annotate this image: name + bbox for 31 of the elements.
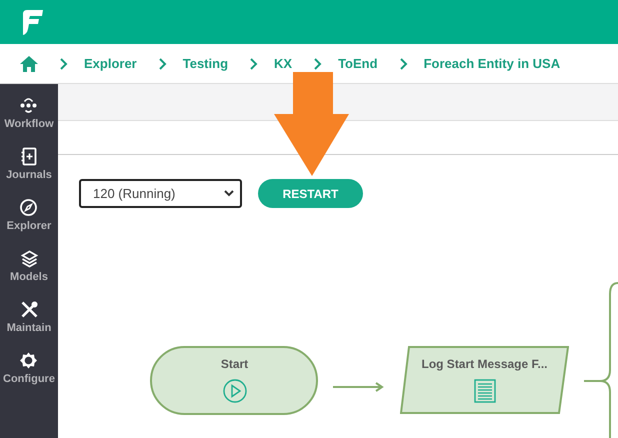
node-label: Log Start Message F... [421, 357, 548, 371]
caret-icon [224, 190, 234, 197]
explorer-nav-icon[interactable] [19, 198, 38, 217]
sidebar-label[interactable]: Models [10, 271, 48, 283]
chevron-icon [250, 58, 258, 70]
list-icon [474, 379, 496, 403]
breadcrumb-link[interactable]: KX [274, 56, 292, 71]
maintain-nav-icon[interactable] [20, 300, 38, 319]
journals-nav-icon[interactable] [19, 147, 38, 166]
chevron-icon [314, 58, 322, 70]
chevron-icon [400, 58, 408, 70]
models-nav-icon[interactable] [20, 249, 38, 268]
sidebar-label[interactable]: Maintain [6, 322, 52, 334]
chevron-icon [158, 58, 167, 70]
sidebar-label[interactable]: Explorer [6, 220, 52, 232]
logo-icon [21, 10, 43, 34]
connector-arrow [333, 382, 384, 392]
sidebar-label[interactable]: Journals [6, 169, 52, 181]
run-select[interactable]: 120 (Running) [79, 179, 242, 208]
breadcrumb-link[interactable]: Foreach Entity in USA [424, 56, 560, 71]
node-label: Start [220, 357, 248, 371]
chevron-icon [60, 58, 68, 70]
configure-nav-icon[interactable] [19, 351, 38, 370]
breadcrumb-link[interactable]: Explorer [84, 56, 137, 71]
breadcrumb-link[interactable]: Testing [182, 56, 228, 71]
workflow-nav-icon[interactable] [19, 96, 38, 115]
sidebar-label[interactable]: Workflow [4, 118, 54, 130]
breadcrumb-link[interactable]: ToEnd [338, 56, 378, 71]
home-icon[interactable] [20, 56, 38, 72]
play-icon [222, 379, 246, 403]
sidebar-label[interactable]: Configure [3, 373, 55, 385]
